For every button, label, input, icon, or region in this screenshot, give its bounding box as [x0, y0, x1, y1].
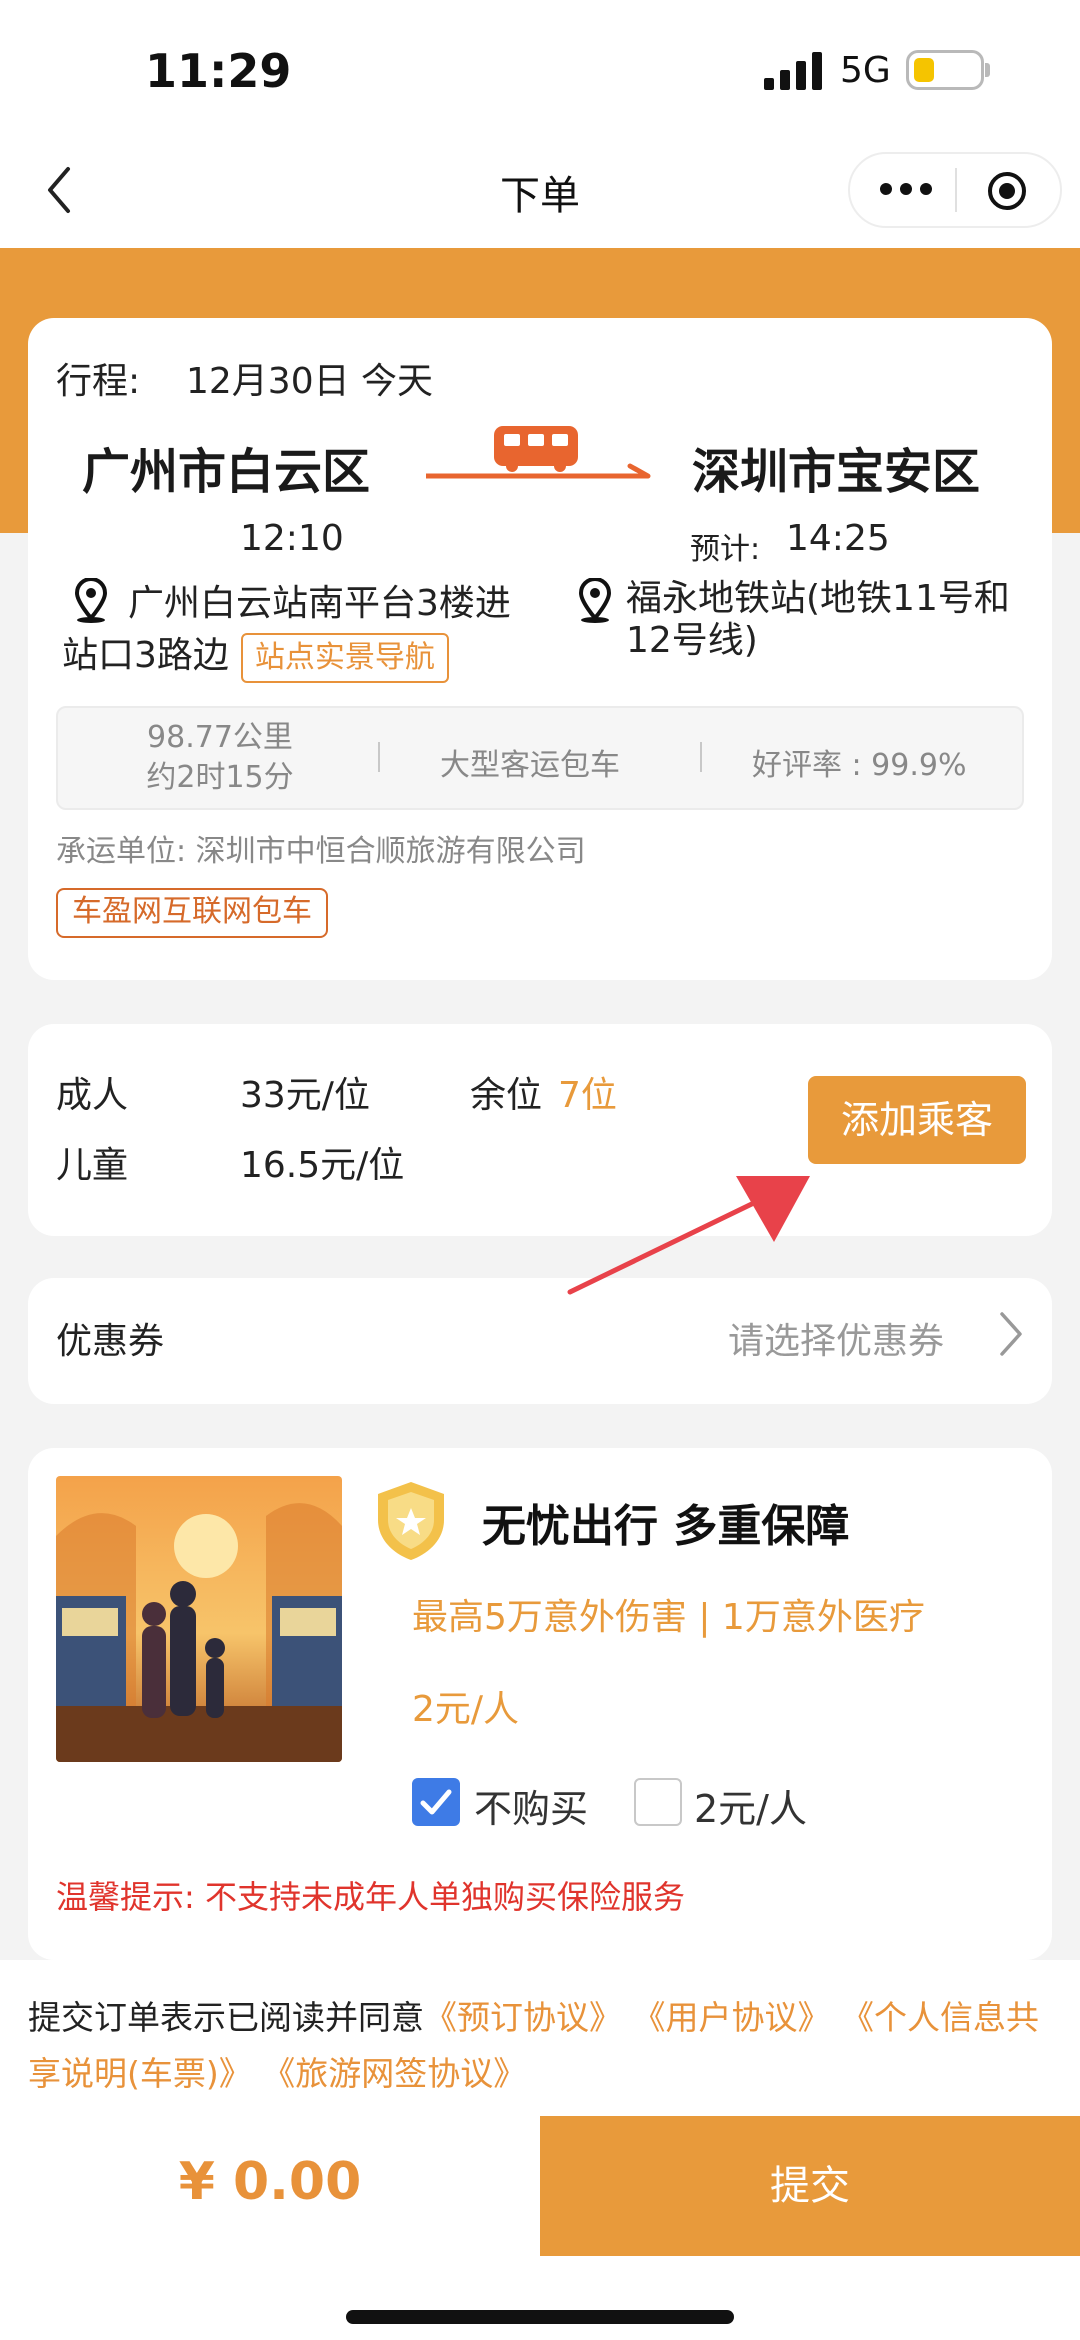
divider	[378, 742, 380, 772]
family-travel-illustration	[56, 1476, 342, 1762]
insurance-price: 2元/人	[412, 1689, 520, 1730]
coupon-hint: 请选择优惠券	[728, 1321, 945, 1362]
agreement-text: 提交订单表示已阅读并同意《预订协议》 《用户协议》 《个人信息共享说明(车票)》…	[28, 1990, 1058, 2102]
checkbox-unchecked-icon[interactable]	[634, 1778, 682, 1826]
capsule-divider	[955, 168, 957, 212]
station-navigation-button[interactable]: 站点实景导航	[240, 633, 449, 683]
close-target-icon[interactable]	[986, 170, 1028, 212]
battery-icon	[906, 50, 984, 90]
checkbox-checked-icon[interactable]	[412, 1778, 460, 1826]
arrival-time: 14:25	[786, 518, 890, 559]
duration-text: 约2时15分	[146, 760, 294, 795]
divider	[700, 742, 702, 772]
platform-badge: 车盈网互联网包车	[56, 888, 328, 938]
bus-route-icon	[426, 426, 651, 479]
departure-time: 12:10	[240, 518, 344, 559]
child-label: 儿童	[56, 1145, 129, 1186]
adult-price: 33元/位	[240, 1075, 370, 1116]
departure-city: 广州市白云区	[82, 444, 371, 500]
chevron-right-icon	[1000, 1312, 1022, 1356]
more-icon[interactable]	[876, 178, 936, 200]
status-time: 11:29	[145, 44, 292, 98]
home-indicator	[346, 2310, 734, 2324]
insurance-tip: 温馨提示: 不支持未成年人单独购买保险服务	[56, 1878, 685, 1916]
rating: 好评率 : 99.9%	[752, 748, 967, 783]
arrival-station: 福永地铁站(地铁11号和12号线)	[626, 578, 1010, 661]
battery-tip	[985, 63, 990, 77]
add-passenger-button[interactable]: 添加乘客	[808, 1076, 1026, 1164]
insurance-coverage: 最高5万意外伤害 | 1万意外医疗	[412, 1597, 925, 1638]
seats-label: 余位	[470, 1075, 543, 1116]
network-type: 5G	[840, 50, 891, 91]
adult-label: 成人	[56, 1075, 129, 1116]
trip-date-label: 行程:	[56, 361, 141, 402]
distance-text: 98.77公里	[147, 720, 293, 755]
vehicle-type: 大型客运包车	[440, 748, 620, 783]
total-price: ¥ 0.00	[178, 2152, 362, 2212]
option-buy-insurance[interactable]: 2元/人	[694, 1778, 807, 1833]
option-no-insurance[interactable]: 不购买	[474, 1778, 588, 1833]
travel-contract-link[interactable]: 《旅游网签协议》	[262, 2054, 526, 2093]
departure-station: 广州白云站南平台3楼进站口3路边 站点实景导航	[62, 578, 532, 683]
trip-date: 12月30日 今天	[186, 361, 434, 402]
coupon-label: 优惠券	[56, 1321, 165, 1362]
booking-agreement-link[interactable]: 《预订协议》	[424, 1998, 622, 2037]
trip-distance: 98.77公里 约2时15分	[120, 718, 320, 798]
arrival-city: 深圳市宝安区	[692, 444, 981, 500]
insurance-title: 无忧出行 多重保障	[482, 1501, 850, 1552]
arrival-label: 预计:	[690, 532, 761, 567]
carrier: 承运单位: 深圳市中恒合顺旅游有限公司	[56, 834, 586, 869]
child-price: 16.5元/位	[240, 1145, 405, 1186]
location-pin-icon	[578, 578, 612, 623]
agreement-prefix: 提交订单表示已阅读并同意	[28, 1998, 424, 2037]
seats-remaining: 7位	[558, 1075, 617, 1116]
user-agreement-link[interactable]: 《用户协议》	[633, 1998, 831, 2037]
shield-icon	[378, 1482, 444, 1560]
signal-icon	[764, 52, 822, 90]
annotation-arrow-icon	[567, 1176, 810, 1295]
submit-button[interactable]: 提交	[540, 2116, 1080, 2256]
